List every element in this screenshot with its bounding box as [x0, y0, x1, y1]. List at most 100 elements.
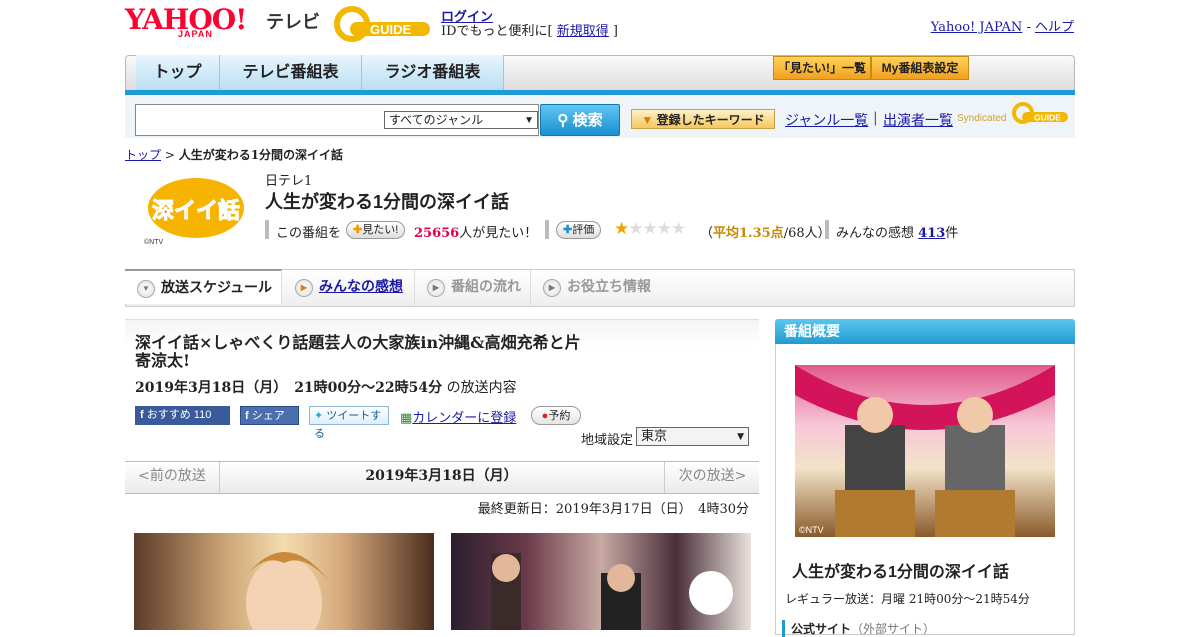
want-to-watch-button[interactable]: ✚見たい!: [346, 221, 406, 239]
link-separator: |: [873, 110, 878, 126]
nav-tab-tv-schedule[interactable]: テレビ番組表: [220, 55, 362, 90]
impressions: みんなの感想 413件: [836, 222, 958, 241]
hosts-illustration: ©NTV: [795, 365, 1055, 537]
caret-down-icon: ▼: [641, 113, 654, 127]
genre-select[interactable]: すべてのジャンル ▼: [384, 111, 538, 129]
program-title: 人生が変わる1分間の深イイ話: [265, 192, 510, 212]
region-label: 地域設定: [581, 433, 634, 448]
episode-datetime-suffix: の放送内容: [446, 380, 517, 396]
breadcrumb: トップ > 人生が変わる1分間の深イイ話: [125, 146, 343, 163]
plus-icon: ✚: [563, 224, 573, 236]
program-logo: 深イイ話 ©NTV: [144, 178, 244, 246]
login-note-prefix: IDでもっと便利に[: [441, 24, 557, 39]
star-empty-icon: ★: [628, 219, 643, 239]
my-schedule-button[interactable]: My番組表設定: [871, 56, 969, 80]
average-score: 平均1.35点: [713, 226, 784, 241]
program-logo-copyright: ©NTV: [144, 238, 163, 246]
twitter-bird-icon: ✦: [314, 410, 324, 422]
watchlist-button[interactable]: 「見たい!」一覧: [773, 56, 871, 80]
want-count: 25656人が見たい！: [414, 222, 537, 241]
facebook-recommend-button[interactable]: f おすすめ 110: [135, 406, 230, 425]
breadcrumb-top[interactable]: トップ: [125, 148, 161, 162]
keyword-button[interactable]: ▼ 登録したキーワード: [631, 109, 775, 129]
program-summary-heading: 番組概要: [775, 319, 1075, 344]
star-filled-icon: ★: [614, 219, 629, 239]
region-select[interactable]: 東京 ▼: [636, 427, 749, 446]
facebook-share-label: シェア: [251, 410, 285, 422]
chevron-down-icon: ▼: [137, 280, 155, 298]
record-button[interactable]: ●予約: [531, 406, 581, 425]
search-icon: ⚲: [557, 112, 569, 129]
genre-list-link[interactable]: ジャンル一覧: [785, 110, 868, 130]
breadcrumb-current: 人生が変わる1分間の深イイ話: [178, 148, 344, 162]
episode-photo: [451, 533, 751, 630]
tweet-button[interactable]: ✦ ツイートする: [309, 406, 389, 440]
record-label: 予約: [548, 410, 571, 422]
want-to-watch-label: 見たい!: [362, 224, 399, 236]
stat-divider: [265, 220, 269, 239]
calendar-icon: ▦: [400, 411, 413, 426]
search-button[interactable]: ⚲ 検索: [540, 104, 620, 136]
program-logo-text: 深イイ話: [152, 198, 240, 223]
play-icon: ▶: [543, 279, 561, 297]
link-separator: -: [1022, 20, 1035, 35]
calendar-register[interactable]: ▦カレンダーに登録: [400, 407, 516, 426]
episode-title: 深イイ話×しゃべくり話題芸人の大家族in沖縄&高畑充希と片寄涼太!: [135, 333, 581, 370]
average-rating: （平均1.35点/68人）: [700, 222, 831, 241]
tab-impressions[interactable]: ▶ みんなの感想: [283, 270, 415, 305]
cast-list-link[interactable]: 出演者一覧: [883, 110, 953, 130]
tab-label: 放送スケジュール: [161, 279, 273, 295]
top-right-links: Yahoo! JAPAN - ヘルプ: [931, 16, 1074, 35]
star-empty-icon: ★: [656, 219, 672, 239]
facebook-recommend-label: おすすめ 110: [146, 409, 212, 421]
official-site-label: 公式サイト: [791, 622, 852, 636]
want-count-number: 25656: [414, 226, 460, 241]
star-empty-icon: ★: [642, 219, 658, 239]
star-empty-icon: ★: [671, 219, 686, 239]
gguide-small-logo-text: GUIDE: [1034, 113, 1061, 123]
signup-link[interactable]: 新規取得: [557, 24, 609, 39]
previous-broadcast-link[interactable]: <前の放送: [125, 462, 220, 493]
this-program-label: この番組を: [276, 226, 342, 241]
tab-label: みんなの感想: [319, 278, 403, 294]
rate-button[interactable]: ✚評価: [556, 221, 602, 239]
calendar-register-link[interactable]: カレンダーに登録: [412, 411, 516, 426]
gguide-logo[interactable]: GUIDE: [334, 6, 430, 42]
average-people: /68人）: [783, 226, 831, 241]
want-count-suffix: 人が見たい！: [459, 226, 538, 241]
guest-illustration: [242, 552, 329, 630]
tab-useful-info: ▶ お役立ち情報: [531, 270, 671, 305]
help-link[interactable]: ヘルプ: [1035, 20, 1074, 35]
episode-datetime-value: 2019年3月18日（月） 21時00分～22時54分: [135, 380, 443, 396]
channel-name: 日テレ1: [265, 174, 313, 189]
stat-divider: [545, 220, 549, 239]
tab-label: 番組の流れ: [451, 278, 521, 294]
impressions-label: みんなの感想: [836, 226, 915, 241]
syndicated-label: Syndicated: [957, 113, 1007, 124]
plus-icon: ✚: [353, 224, 363, 236]
next-broadcast-link[interactable]: 次の放送>: [664, 462, 760, 493]
tab-program-flow: ▶ 番組の流れ: [415, 270, 531, 305]
impressions-suffix: 件: [945, 226, 959, 241]
chevron-down-icon: ▼: [524, 115, 534, 126]
tab-broadcast-schedule[interactable]: ▼ 放送スケジュール: [125, 269, 282, 304]
last-updated: 最終更新日：2019年3月17日（日） 4時30分: [477, 502, 749, 517]
official-site-heading: 公式サイト（外部サイト）: [782, 620, 935, 637]
impressions-count-link[interactable]: 413: [918, 226, 945, 241]
nav-tab-radio-schedule[interactable]: ラジオ番組表: [362, 55, 504, 90]
rating-stars: ★★★★★: [614, 219, 686, 239]
login-note-suffix: ]: [608, 24, 618, 39]
stat-divider: [825, 220, 829, 239]
chevron-down-icon: ▼: [737, 432, 744, 442]
search-button-label: 検索: [572, 112, 603, 129]
gguide-logo-text: GUIDE: [370, 22, 412, 37]
nav-tab-top[interactable]: トップ: [136, 55, 220, 90]
hosts-photo-copyright: ©NTV: [799, 525, 824, 535]
episode-datetime: 2019年3月18日（月） 21時00分～22時54分 の放送内容: [135, 377, 517, 397]
sidebar-program-title: 人生が変わる1分間の深イイ話: [792, 564, 1009, 581]
yahoo-japan-link[interactable]: Yahoo! JAPAN: [931, 20, 1023, 35]
external-site-note: （外部サイト）: [851, 622, 936, 636]
facebook-share-button[interactable]: f シェア: [240, 406, 299, 425]
keyword-button-label: 登録したキーワード: [656, 113, 765, 127]
gguide-small-logo[interactable]: GUIDE: [1012, 102, 1068, 126]
